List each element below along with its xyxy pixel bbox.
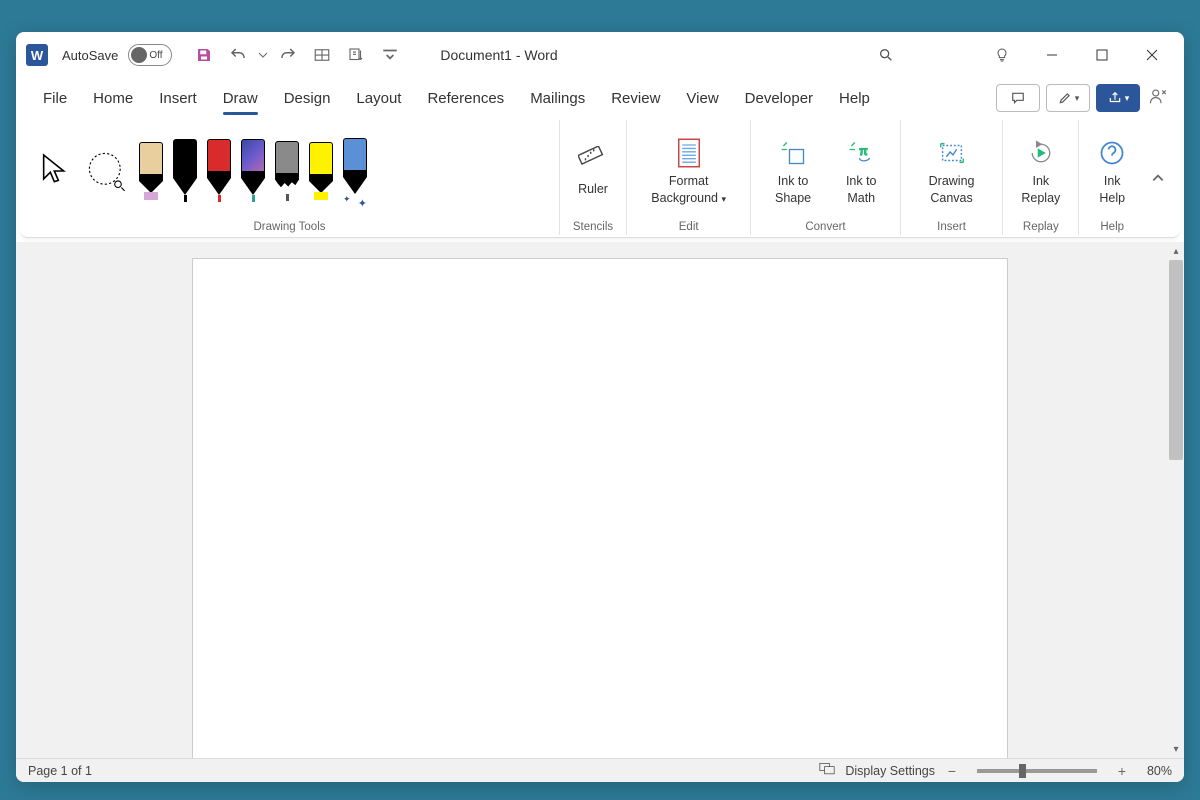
display-settings[interactable]: Display Settings [845, 764, 935, 778]
ink-to-math-button[interactable]: π Ink to Math [831, 131, 892, 210]
pen-black[interactable] [170, 139, 200, 202]
app-window: W AutoSave Off Document1 - Word File Hom… [16, 32, 1184, 782]
close-button[interactable] [1130, 39, 1174, 71]
comments-button[interactable] [996, 84, 1040, 112]
svg-text:π: π [859, 144, 867, 158]
minimize-button[interactable] [1030, 39, 1074, 71]
document-page[interactable] [192, 258, 1008, 758]
scroll-thumb[interactable] [1169, 260, 1183, 460]
zoom-slider[interactable] [977, 769, 1097, 773]
group-stencils: Stencils [568, 221, 618, 235]
tab-draw[interactable]: Draw [210, 82, 271, 115]
select-tool[interactable] [28, 131, 78, 211]
zoom-level[interactable]: 80% [1147, 764, 1172, 778]
zoom-thumb[interactable] [1019, 764, 1026, 778]
word-icon: W [26, 44, 48, 66]
ink-replay-button[interactable]: Ink Replay [1011, 131, 1070, 210]
group-drawing-tools: Drawing Tools [28, 221, 551, 235]
qat-button-1[interactable] [310, 43, 334, 67]
ink-help-button[interactable]: Ink Help [1087, 131, 1137, 210]
scroll-up-icon[interactable]: ▴ [1168, 242, 1184, 260]
ruler-icon [578, 143, 608, 179]
replay-icon [1027, 135, 1055, 171]
tab-file[interactable]: File [30, 82, 80, 115]
tab-design[interactable]: Design [271, 82, 344, 115]
redo-button[interactable] [276, 43, 300, 67]
canvas-icon [937, 135, 967, 171]
ink-shape-icon [779, 135, 807, 171]
tab-insert[interactable]: Insert [146, 82, 210, 115]
tab-help[interactable]: Help [826, 82, 883, 115]
tab-home[interactable]: Home [80, 82, 146, 115]
page-info[interactable]: Page 1 of 1 [28, 764, 92, 778]
ink-to-shape-button[interactable]: Ink to Shape [759, 131, 826, 210]
undo-dropdown[interactable] [258, 43, 268, 67]
pen-yellow[interactable] [306, 142, 336, 200]
tab-review[interactable]: Review [598, 82, 673, 115]
tab-layout[interactable]: Layout [343, 82, 414, 115]
tab-references[interactable]: References [414, 82, 517, 115]
drawing-canvas-button[interactable]: Drawing Canvas [909, 131, 995, 210]
tab-developer[interactable]: Developer [732, 82, 826, 115]
search-button[interactable] [864, 39, 908, 71]
undo-button[interactable] [226, 43, 250, 67]
tab-mailings[interactable]: Mailings [517, 82, 598, 115]
group-convert: Convert [759, 221, 891, 235]
group-insert: Insert [909, 221, 995, 235]
tips-button[interactable] [980, 39, 1024, 71]
maximize-button[interactable] [1080, 39, 1124, 71]
pen-tan[interactable] [136, 142, 166, 200]
workspace: ▴ ▾ [16, 242, 1184, 758]
autosave-toggle[interactable]: Off [128, 44, 172, 66]
format-background-button[interactable]: Format Background ▾ [635, 131, 742, 210]
tab-view[interactable]: View [673, 82, 731, 115]
lasso-tool[interactable] [82, 131, 132, 211]
zoom-in-button[interactable]: + [1115, 763, 1129, 779]
account-button[interactable] [1146, 87, 1170, 110]
ribbon: ✦✦ Drawing Tools Ruler Stencils Format B… [20, 118, 1180, 238]
save-button[interactable] [192, 43, 216, 67]
customize-qat[interactable] [378, 43, 402, 67]
toggle-knob [131, 47, 147, 63]
help-icon [1098, 135, 1126, 171]
page-icon [675, 135, 703, 171]
display-settings-icon [819, 762, 835, 779]
titlebar: W AutoSave Off Document1 - Word [16, 32, 1184, 78]
pen-red[interactable] [204, 139, 234, 202]
pen-gray[interactable] [272, 141, 302, 201]
share-button[interactable]: ▾ [1096, 84, 1140, 112]
autosave-state: Off [149, 50, 162, 61]
autosave-label: AutoSave [62, 48, 118, 63]
zoom-out-button[interactable]: − [945, 763, 959, 779]
group-edit: Edit [635, 221, 742, 235]
ink-math-icon: π [847, 135, 875, 171]
qat-button-2[interactable] [344, 43, 368, 67]
pen-blue[interactable]: ✦✦ [340, 138, 370, 204]
pen-galaxy[interactable] [238, 139, 268, 202]
editing-button[interactable]: ▾ [1046, 84, 1090, 112]
scroll-down-icon[interactable]: ▾ [1168, 740, 1184, 758]
tab-bar: File Home Insert Draw Design Layout Refe… [16, 78, 1184, 118]
collapse-ribbon[interactable] [1145, 120, 1170, 235]
document-title: Document1 - Word [440, 47, 557, 63]
statusbar: Page 1 of 1 Display Settings − + 80% [16, 758, 1184, 782]
vertical-scrollbar[interactable]: ▴ ▾ [1168, 242, 1184, 758]
group-help: Help [1087, 221, 1137, 235]
ruler-button[interactable]: Ruler [568, 139, 618, 201]
group-replay: Replay [1011, 221, 1070, 235]
